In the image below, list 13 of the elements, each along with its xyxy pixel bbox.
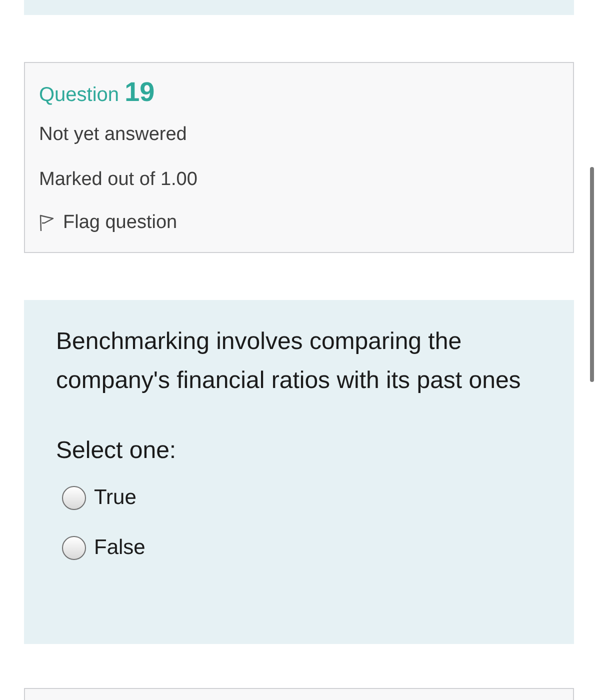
select-prompt: Select one:	[56, 436, 176, 466]
option-label: False	[94, 536, 146, 560]
marks-text: Marked out of 1.00	[39, 168, 198, 192]
answer-option[interactable]: False	[62, 536, 146, 560]
answer-status: Not yet answered	[39, 123, 187, 147]
radio-button[interactable]	[62, 486, 86, 510]
answer-option[interactable]: True	[62, 486, 136, 510]
option-label: True	[94, 486, 136, 510]
scrollbar[interactable]	[590, 167, 594, 382]
question-text: Benchmarking involves comparing the company's financial ratios with its past ones	[56, 327, 522, 396]
flag-question-link[interactable]: Flag question	[39, 212, 178, 234]
radio-button[interactable]	[62, 536, 86, 560]
question-number: Question 19	[39, 77, 155, 109]
